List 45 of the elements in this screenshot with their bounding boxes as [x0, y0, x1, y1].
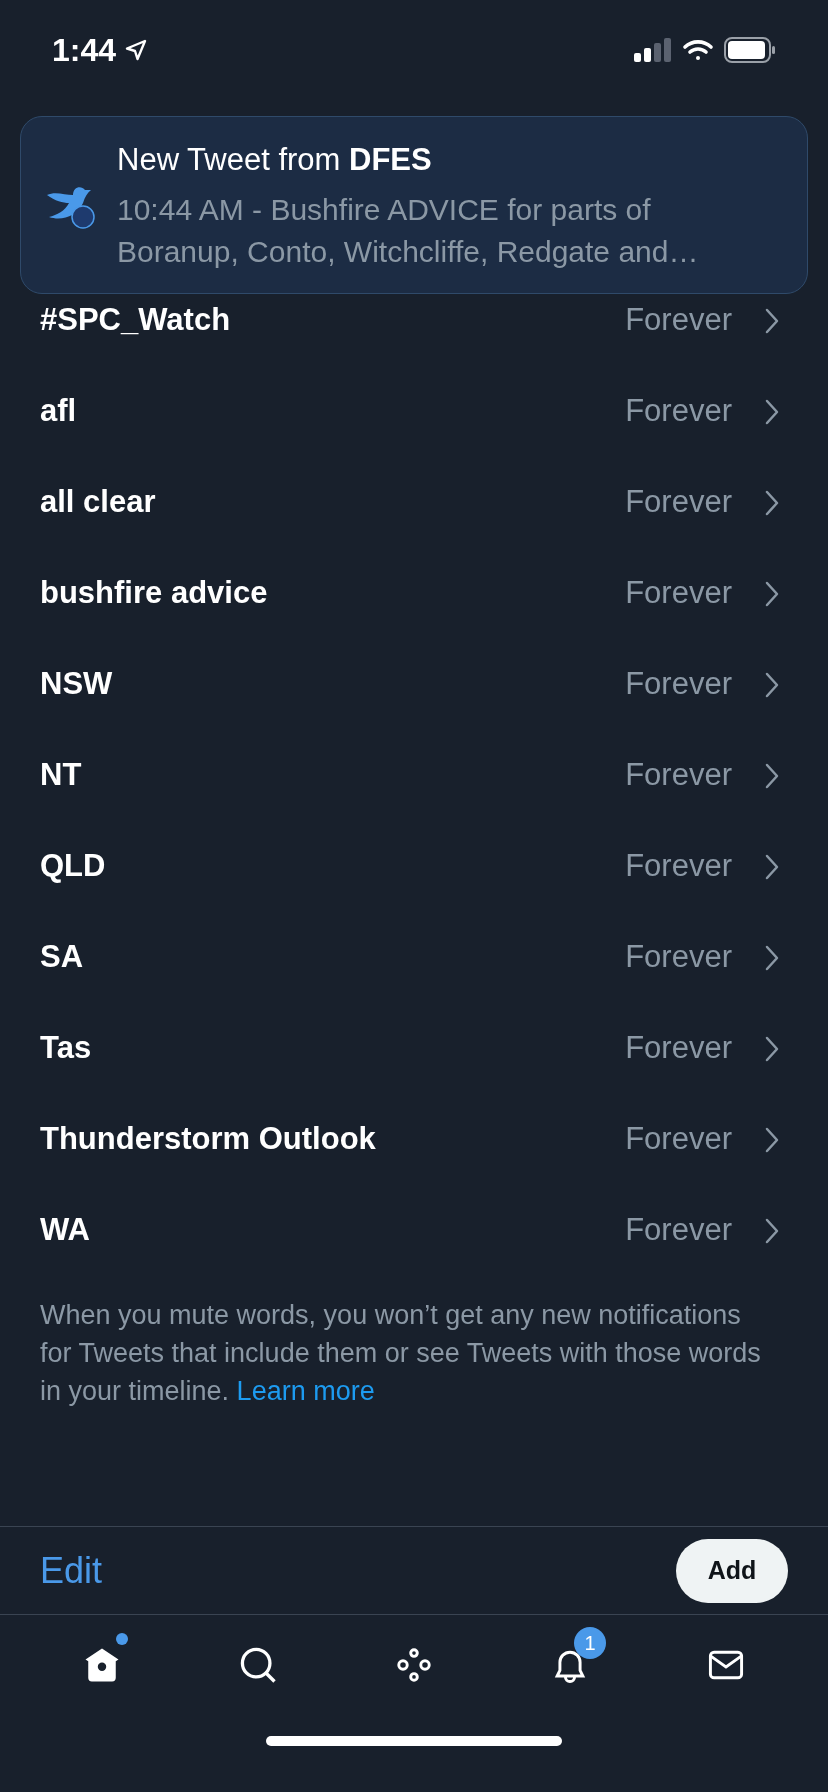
- mute-duration: Forever: [625, 1211, 732, 1250]
- battery-icon: [724, 37, 776, 63]
- learn-more-link[interactable]: Learn more: [236, 1376, 375, 1406]
- muted-word: Tas: [40, 1029, 93, 1068]
- muted-word-row[interactable]: NSW Forever: [0, 639, 828, 730]
- muted-word: QLD: [40, 847, 107, 886]
- mute-duration: Forever: [625, 665, 732, 704]
- muted-word-row[interactable]: SA Forever: [0, 912, 828, 1003]
- mute-duration: Forever: [625, 1120, 732, 1159]
- muted-word: NSW: [40, 665, 114, 704]
- notification-title: New Tweet from DFES: [117, 140, 433, 179]
- wifi-icon: [682, 38, 714, 62]
- muted-word-row[interactable]: NT Forever: [0, 730, 828, 821]
- edit-button[interactable]: Edit: [40, 1543, 103, 1598]
- mute-duration: Forever: [625, 756, 732, 795]
- notification-body: 10:44 AM - Bushfire ADVICE for parts of Boranup, Conto, Witchcliffe, Redgate and…: [117, 192, 700, 271]
- muted-word: afl: [40, 392, 78, 431]
- muted-word-row[interactable]: WA Forever: [0, 1185, 828, 1276]
- muted-word-row[interactable]: Tas Forever: [0, 1003, 828, 1094]
- muted-word-row[interactable]: QLD Forever: [0, 821, 828, 912]
- mute-duration: Forever: [625, 301, 732, 340]
- muted-word-row[interactable]: afl Forever: [0, 366, 828, 457]
- location-arrow-icon: [124, 38, 149, 62]
- add-button[interactable]: Add: [676, 1538, 788, 1603]
- mute-duration: Forever: [625, 392, 732, 431]
- muted-word: SA: [40, 938, 85, 977]
- mute-duration: Forever: [625, 1029, 732, 1068]
- muted-word-row[interactable]: bushfire advice Forever: [0, 548, 828, 639]
- muted-word: Thunderstorm Outlook: [40, 1120, 377, 1159]
- mute-duration: Forever: [625, 483, 732, 522]
- mute-duration: Forever: [625, 938, 732, 977]
- notification-badge: 1: [574, 1626, 606, 1659]
- muted-word: all clear: [40, 483, 157, 522]
- footer-note: When you mute words, you won’t get any new notifications for Tweets that include them or see Tweets with those words in your timeline. Learn more: [39, 1299, 762, 1408]
- muted-word: NT: [40, 756, 83, 795]
- notification-banner[interactable]: New Tweet from DFES 10:44 AM - Bushfire ADVICE for parts of Boranup, Conto, Witchcliffe, Redgate and…: [20, 116, 808, 294]
- mute-duration: Forever: [625, 847, 732, 886]
- muted-word-row[interactable]: Thunderstorm Outlook Forever: [0, 1094, 828, 1185]
- muted-word: WA: [40, 1211, 91, 1250]
- muted-word: bushfire advice: [40, 574, 269, 613]
- status-time: 1:44: [52, 31, 117, 70]
- muted-word-row[interactable]: all clear Forever: [0, 457, 828, 548]
- signal-icon: [634, 38, 672, 62]
- muted-word: #SPC_Watch: [40, 301, 232, 340]
- mute-duration: Forever: [625, 574, 732, 613]
